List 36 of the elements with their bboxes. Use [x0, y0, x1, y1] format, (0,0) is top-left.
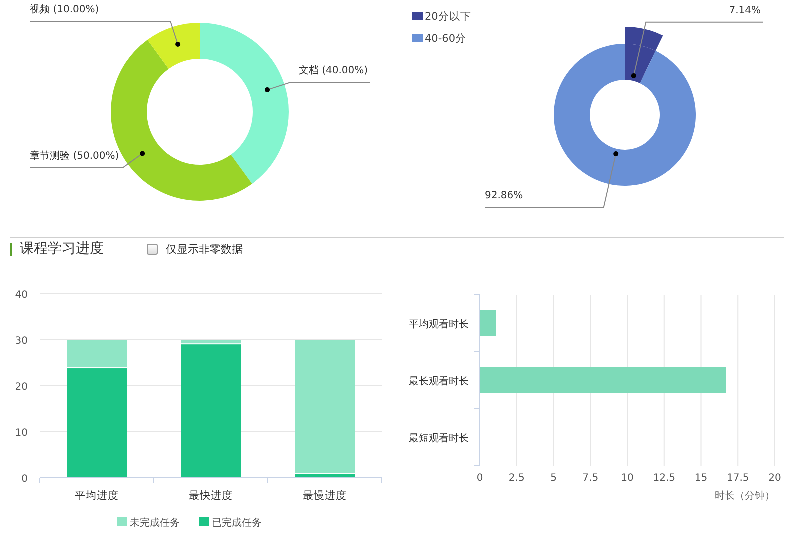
category-label: 最快进度: [189, 490, 233, 502]
category-label: 最短观看时长: [409, 434, 469, 444]
legend-swatch: [199, 517, 209, 526]
category-label: 最慢进度: [303, 490, 347, 502]
data-label: 文档 (40.00%): [298, 66, 368, 77]
legend-label: 40-60分: [425, 33, 467, 45]
data-label: 92.86%: [485, 190, 524, 202]
slice-highlight: [625, 27, 664, 52]
data-label: 7.14%: [729, 5, 761, 16]
category-label: 平均观看时长: [409, 320, 469, 330]
tick-label: 10: [15, 428, 28, 439]
checkbox[interactable]: [147, 244, 158, 254]
tick-label: 40: [15, 290, 28, 301]
tick-label: 10: [621, 473, 634, 484]
tick-label: 7.5: [582, 473, 599, 484]
data-label: 视频 (10.00%): [30, 4, 100, 16]
bar: [480, 310, 496, 336]
data-label: 章节测验 (50.00%): [30, 150, 120, 162]
legend-label: 已完成任务: [212, 518, 262, 529]
category-label: 平均进度: [75, 490, 119, 502]
tick-label: 12.5: [653, 473, 676, 484]
tick-label: 5: [550, 473, 557, 484]
tick-label: 0: [476, 473, 484, 484]
category-label: 最长观看时长: [409, 376, 469, 388]
tick-label: 15: [694, 473, 708, 484]
tick-label: 30: [15, 336, 28, 347]
tick-label: 17.5: [727, 473, 750, 484]
legend-label: 20分以下: [425, 11, 472, 23]
checkbox-label[interactable]: 仅显示非零数据: [166, 242, 243, 256]
tick-label: 20: [768, 473, 782, 484]
axis-title: 时长（分钟）: [715, 491, 775, 502]
tick-label: 2.5: [508, 473, 525, 484]
legend-label: 未完成任务: [130, 518, 180, 529]
tick-label: 20: [15, 382, 28, 393]
tick-label: 0: [22, 474, 28, 485]
legend-swatch: [117, 517, 127, 526]
